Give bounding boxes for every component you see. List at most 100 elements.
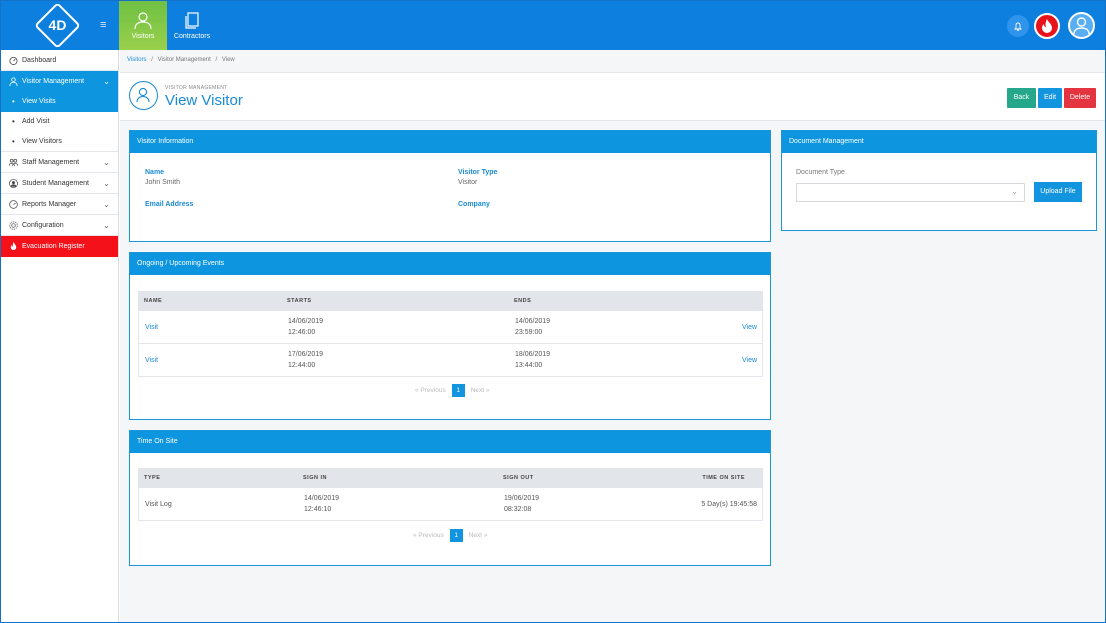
tab-contractors[interactable]: Contractors (168, 1, 216, 50)
pagination: « Previous 1 Next » (413, 529, 488, 542)
pagination: « Previous 1 Next » (415, 384, 490, 397)
visitor-info-card: Visitor Information Name John Smith Visi… (129, 130, 771, 242)
card-title: Time On Site (130, 431, 770, 453)
logo: 4D (48, 17, 67, 33)
gear-icon (9, 221, 18, 230)
sidebar-subitem-label: View Visitors (22, 138, 62, 145)
column-header: SIGN IN (303, 475, 327, 481)
fire-icon (10, 242, 17, 251)
student-icon (9, 179, 18, 188)
event-name-link[interactable]: Visit (145, 356, 158, 366)
breadcrumb-separator: / (151, 57, 153, 63)
evacuation-alert-button[interactable] (1034, 13, 1060, 39)
sign-in-date: 14/06/2019 (304, 495, 340, 502)
chevron-down-icon: ⌄ (103, 200, 110, 209)
column-header: TYPE (144, 475, 161, 481)
event-name-link[interactable]: Visit (145, 323, 158, 333)
avatar-icon (1073, 17, 1090, 35)
sidebar-subitem-view-visits[interactable]: • View Visits (1, 92, 118, 112)
sidebar-subitem-view-visitors[interactable]: • View Visitors (1, 132, 118, 152)
sidebar-item-configuration[interactable]: Configuration ⌄ (1, 215, 118, 236)
notifications-button[interactable] (1007, 15, 1029, 37)
prev-page-button[interactable]: « Previous (415, 387, 446, 394)
events-card: Ongoing / Upcoming Events NAME STARTS EN… (129, 252, 771, 420)
next-page-button[interactable]: Next » (471, 387, 490, 394)
bullet-icon: • (12, 117, 15, 126)
document-type-label: Document Type (796, 169, 845, 176)
column-header: SIGN OUT (503, 475, 534, 481)
start-time: 12:46:00 (288, 329, 316, 336)
table-header: TYPE SIGN IN SIGN OUT TIME ON SITE (138, 468, 763, 488)
chevron-down-icon: ⌄ (103, 77, 110, 86)
start-date: 14/06/2019 (288, 318, 324, 325)
sidebar-item-label: Visitor Management (22, 78, 85, 85)
sidebar-item-staff-management[interactable]: Staff Management ⌄ (1, 152, 118, 173)
sidebar-item-reports-manager[interactable]: Reports Manager ⌄ (1, 194, 118, 215)
sidebar-item-student-management[interactable]: Student Management ⌄ (1, 173, 118, 194)
sidebar-item-evacuation-register[interactable]: Evacuation Register (1, 236, 118, 257)
table-header: NAME STARTS ENDS (138, 291, 763, 311)
table-row: Visit 14/06/2019 12:46:00 14/06/2019 23:… (138, 311, 763, 344)
sign-out-date: 19/06/2019 (504, 495, 540, 502)
sidebar-item-label: Reports Manager (22, 201, 77, 208)
page-number-button[interactable]: 1 (451, 384, 465, 397)
sidebar-item-label: Evacuation Register (22, 243, 85, 250)
next-page-button[interactable]: Next » (469, 532, 488, 539)
sidebar-item-label: Dashboard (22, 57, 57, 64)
document-management-card: Document Management Document Type ⌄ Uplo… (781, 130, 1097, 231)
table-row: Visit Log 14/06/2019 12:46:10 19/06/2019… (138, 488, 763, 521)
end-date: 14/06/2019 (515, 318, 551, 325)
edit-button[interactable]: Edit (1038, 88, 1062, 108)
page-section-label: VISITOR MANAGEMENT (165, 85, 228, 91)
user-avatar[interactable] (1068, 12, 1095, 39)
gauge-icon (9, 200, 18, 209)
column-header: ENDS (514, 298, 532, 304)
card-title: Document Management (782, 131, 1096, 153)
start-time: 12:44:00 (288, 362, 316, 369)
chevron-down-icon: ⌄ (103, 179, 110, 188)
sidebar-item-label: Staff Management (22, 159, 80, 166)
start-date: 17/06/2019 (288, 351, 324, 358)
documents-icon (185, 12, 199, 29)
chevron-down-icon: ⌄ (103, 221, 110, 230)
page-title: View Visitor (165, 92, 243, 109)
company-label: Company (458, 201, 490, 208)
column-header: TIME ON SITE (702, 475, 745, 481)
prev-page-button[interactable]: « Previous (413, 532, 444, 539)
bell-icon (1013, 22, 1023, 32)
view-link[interactable]: View (742, 356, 757, 366)
person-icon (136, 87, 150, 103)
breadcrumb: Visitors / Visitor Management / View (127, 57, 235, 63)
duration: 5 Day(s) 19:45:58 (701, 501, 757, 508)
chevron-down-icon: ⌄ (103, 158, 110, 167)
name-value: John Smith (145, 179, 181, 186)
sidebar-item-label: Configuration (22, 222, 64, 229)
sidebar-item-label: Student Management (22, 180, 89, 187)
menu-icon[interactable]: ≡ (100, 19, 110, 31)
main-content: Visitors / Visitor Management / View VIS… (120, 50, 1105, 622)
time-on-site-card: Time On Site TYPE SIGN IN SIGN OUT TIME … (129, 430, 771, 566)
page-number-button[interactable]: 1 (449, 529, 463, 542)
breadcrumb-separator: / (215, 57, 218, 63)
person-icon (134, 12, 152, 29)
card-title: Ongoing / Upcoming Events (130, 253, 770, 275)
visitor-type-value: Visitor (458, 179, 478, 186)
back-button[interactable]: Back (1007, 88, 1036, 108)
breadcrumb-link-visitors[interactable]: Visitors (127, 57, 147, 63)
tab-visitors[interactable]: Visitors (119, 1, 167, 50)
sidebar-subitem-add-visit[interactable]: • Add Visit (1, 112, 118, 132)
sign-in-time: 12:46:10 (304, 506, 332, 513)
dashboard-icon (9, 56, 18, 65)
email-label: Email Address (145, 201, 194, 208)
fire-icon (1042, 19, 1052, 33)
upload-file-button[interactable]: Upload File (1034, 182, 1082, 202)
document-type-select[interactable]: ⌄ (796, 183, 1025, 202)
delete-button[interactable]: Delete (1064, 88, 1096, 108)
tab-visitors-label: Visitors (131, 33, 155, 40)
view-link[interactable]: View (742, 323, 757, 333)
sidebar-item-dashboard[interactable]: Dashboard (1, 50, 118, 71)
chevron-down-icon: ⌄ (1011, 187, 1018, 196)
sidebar-item-visitor-management[interactable]: Visitor Management ⌄ (1, 71, 118, 92)
page-icon (129, 81, 158, 110)
log-type: Visit Log (145, 501, 172, 508)
